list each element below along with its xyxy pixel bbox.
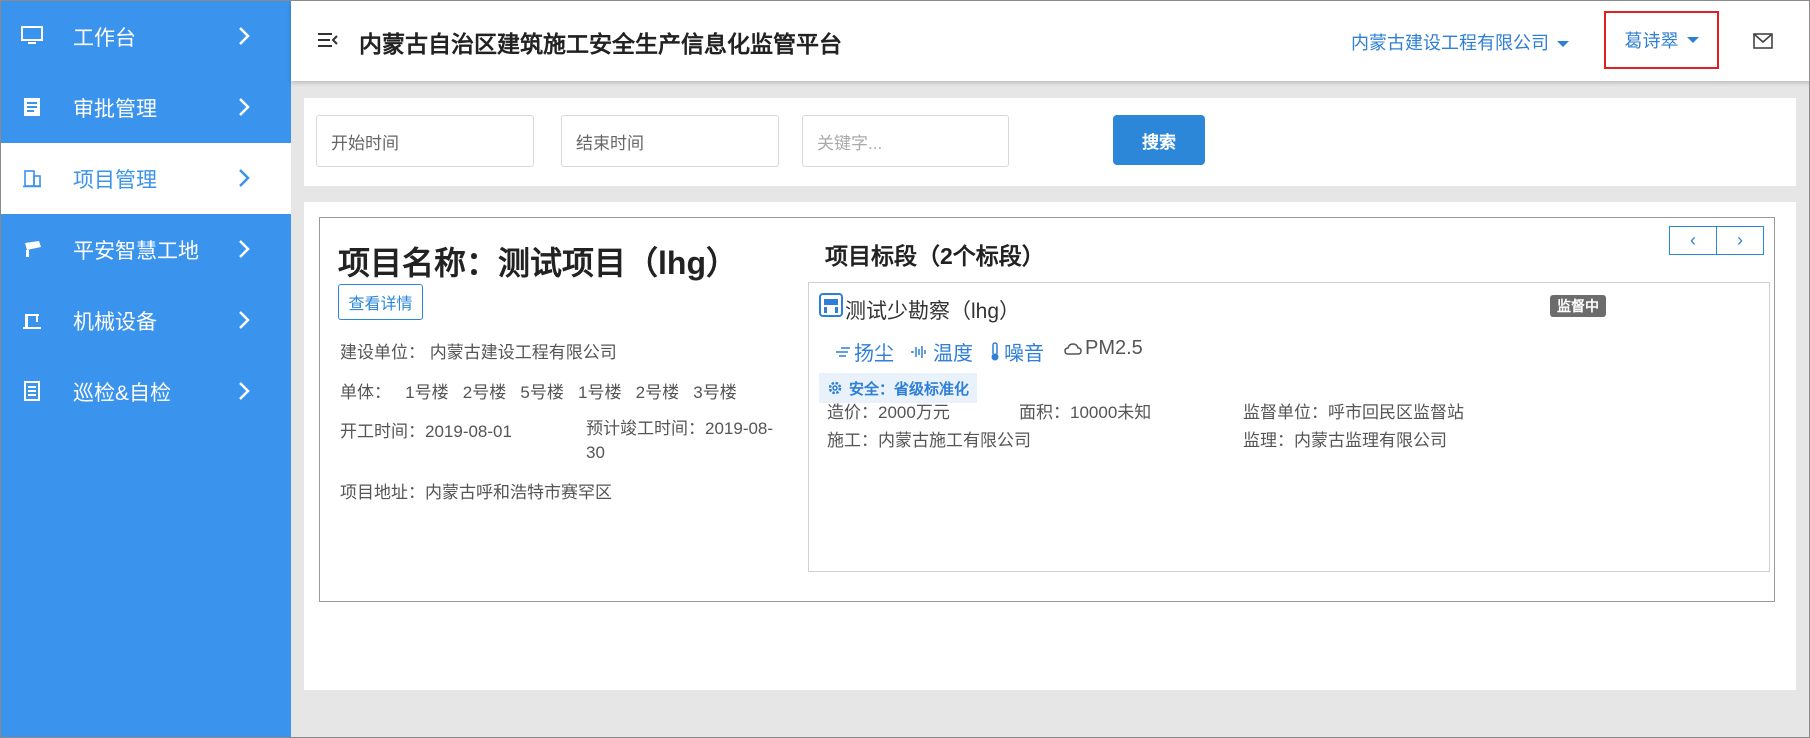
search-button[interactable]: 搜索 — [1113, 115, 1205, 165]
sidebar-item-label: 机械设备 — [73, 310, 157, 334]
sensor-noise[interactable]: 噪音 — [989, 337, 1044, 366]
sidebar-item-workbench[interactable]: 工作台 — [1, 1, 291, 72]
status-badge: 监督中 — [1550, 295, 1606, 317]
user-name: 葛诗翠 — [1624, 31, 1679, 51]
camera-icon — [21, 238, 43, 260]
sidebar-item-approval[interactable]: 审批管理 — [1, 72, 291, 143]
crane-icon — [21, 309, 43, 331]
sensor-pm25[interactable]: PM2.5 — [1064, 337, 1143, 360]
temperature-wave-icon — [911, 345, 926, 358]
project-panel: 项目名称：测试项目（lhg） 查看详情 建设单位： 内蒙古建设工程有限公司 单体… — [304, 202, 1796, 690]
mail-icon[interactable] — [1753, 33, 1773, 49]
sidebar-item-smart-site[interactable]: 平安智慧工地 — [1, 214, 291, 285]
chevron-right-icon — [239, 382, 250, 400]
supervision-unit-info: 监督单位：呼市回民区监督站 — [1243, 403, 1464, 422]
construction-info: 施工：内蒙古施工有限公司 — [827, 431, 1031, 450]
address-info: 项目地址：内蒙古呼和浩特市赛罕区 — [340, 483, 612, 502]
sidebar-item-label: 审批管理 — [73, 97, 157, 121]
building-icon — [21, 167, 43, 189]
company-name: 内蒙古建设工程有限公司 — [1351, 33, 1549, 53]
sidebar-item-label: 工作台 — [73, 26, 136, 50]
chevron-right-icon — [239, 311, 250, 329]
segment-name: 测试少勘察（lhg） — [845, 300, 1021, 323]
sidebar-item-label: 平安智慧工地 — [73, 239, 199, 263]
sidebar-item-label: 巡检&自检 — [73, 381, 172, 405]
view-details-button[interactable]: 查看详情 — [338, 284, 423, 320]
sensor-label: 扬尘 — [854, 343, 894, 365]
expected-finish-info: 预计竣工时间：2019-08-30 — [586, 419, 774, 462]
main-content: 开始时间 结束时间 关键字... 搜索 项目名称：测试项目（lhg） 查看详情 … — [291, 81, 1809, 737]
dust-icon — [836, 346, 850, 357]
area-info: 面积：10000未知 — [1019, 403, 1152, 422]
menu-toggle-icon[interactable] — [317, 30, 339, 50]
project-card: 项目名称：测试项目（lhg） 查看详情 建设单位： 内蒙古建设工程有限公司 单体… — [319, 217, 1775, 602]
chevron-right-icon — [239, 27, 250, 45]
top-header: 内蒙古自治区建筑施工安全生产信息化监管平台 内蒙古建设工程有限公司 葛诗翠 — [291, 1, 1809, 81]
units-info: 单体： 1号楼 2号楼 5号楼 1号楼 2号楼 3号楼 — [340, 383, 737, 402]
cost-info: 造价：2000万元 — [827, 403, 950, 422]
segments-title: 项目标段（2个标段） — [825, 243, 1045, 269]
sidebar-item-label: 项目管理 — [73, 168, 157, 192]
user-dropdown[interactable]: 葛诗翠 — [1604, 11, 1719, 69]
page-title: 内蒙古自治区建筑施工安全生产信息化监管平台 — [359, 31, 842, 57]
sidebar-item-project-management[interactable]: 项目管理 — [1, 143, 291, 214]
next-segment-button[interactable]: › — [1716, 226, 1764, 255]
sensor-label: PM2.5 — [1085, 337, 1143, 359]
safety-label: 安全：省级标准化 — [849, 380, 970, 398]
app-frame: 工作台 审批管理 项目管理 平安智慧工地 机械设备 巡检&自检 内蒙古自治区建筑… — [0, 0, 1810, 738]
builder-info: 建设单位： 内蒙古建设工程有限公司 — [340, 343, 617, 362]
document-icon — [21, 96, 43, 118]
end-time-input[interactable]: 结束时间 — [561, 115, 779, 167]
thermometer-icon — [991, 341, 999, 360]
project-title: 项目名称：测试项目（lhg） — [338, 245, 738, 281]
start-time-info: 开工时间：2019-08-01 — [340, 422, 512, 441]
start-time-input[interactable]: 开始时间 — [316, 115, 534, 167]
chevron-right-icon — [239, 169, 250, 187]
prev-segment-button[interactable]: ‹ — [1669, 226, 1717, 255]
checklist-icon — [21, 380, 43, 402]
sidebar-item-inspection[interactable]: 巡检&自检 — [1, 356, 291, 427]
caret-down-icon — [1557, 41, 1569, 48]
sidebar: 工作台 审批管理 项目管理 平安智慧工地 机械设备 巡检&自检 — [1, 1, 291, 737]
supervisor-info: 监理：内蒙古监理有限公司 — [1243, 431, 1447, 450]
chevron-right-icon — [239, 98, 250, 116]
sensor-dust[interactable]: 扬尘 — [835, 337, 894, 366]
sensor-temperature[interactable]: 温度 — [910, 337, 973, 366]
gear-icon — [828, 381, 842, 395]
construction-site-icon — [819, 293, 843, 317]
segment-card: 测试少勘察（lhg） 监督中 扬尘 温度 噪音 PM2.5 安全：省级标准化 造… — [808, 282, 1770, 572]
chevron-right-icon — [239, 240, 250, 258]
sidebar-item-machinery[interactable]: 机械设备 — [1, 285, 291, 356]
search-panel: 开始时间 结束时间 关键字... 搜索 — [304, 98, 1796, 186]
cloud-icon — [1064, 342, 1082, 355]
sensor-label: 温度 — [933, 343, 973, 365]
caret-down-icon — [1686, 37, 1699, 43]
monitor-icon — [21, 25, 43, 47]
sensor-label: 噪音 — [1004, 343, 1044, 365]
company-dropdown[interactable]: 内蒙古建设工程有限公司 — [1351, 29, 1569, 55]
keyword-input[interactable]: 关键字... — [802, 115, 1009, 167]
